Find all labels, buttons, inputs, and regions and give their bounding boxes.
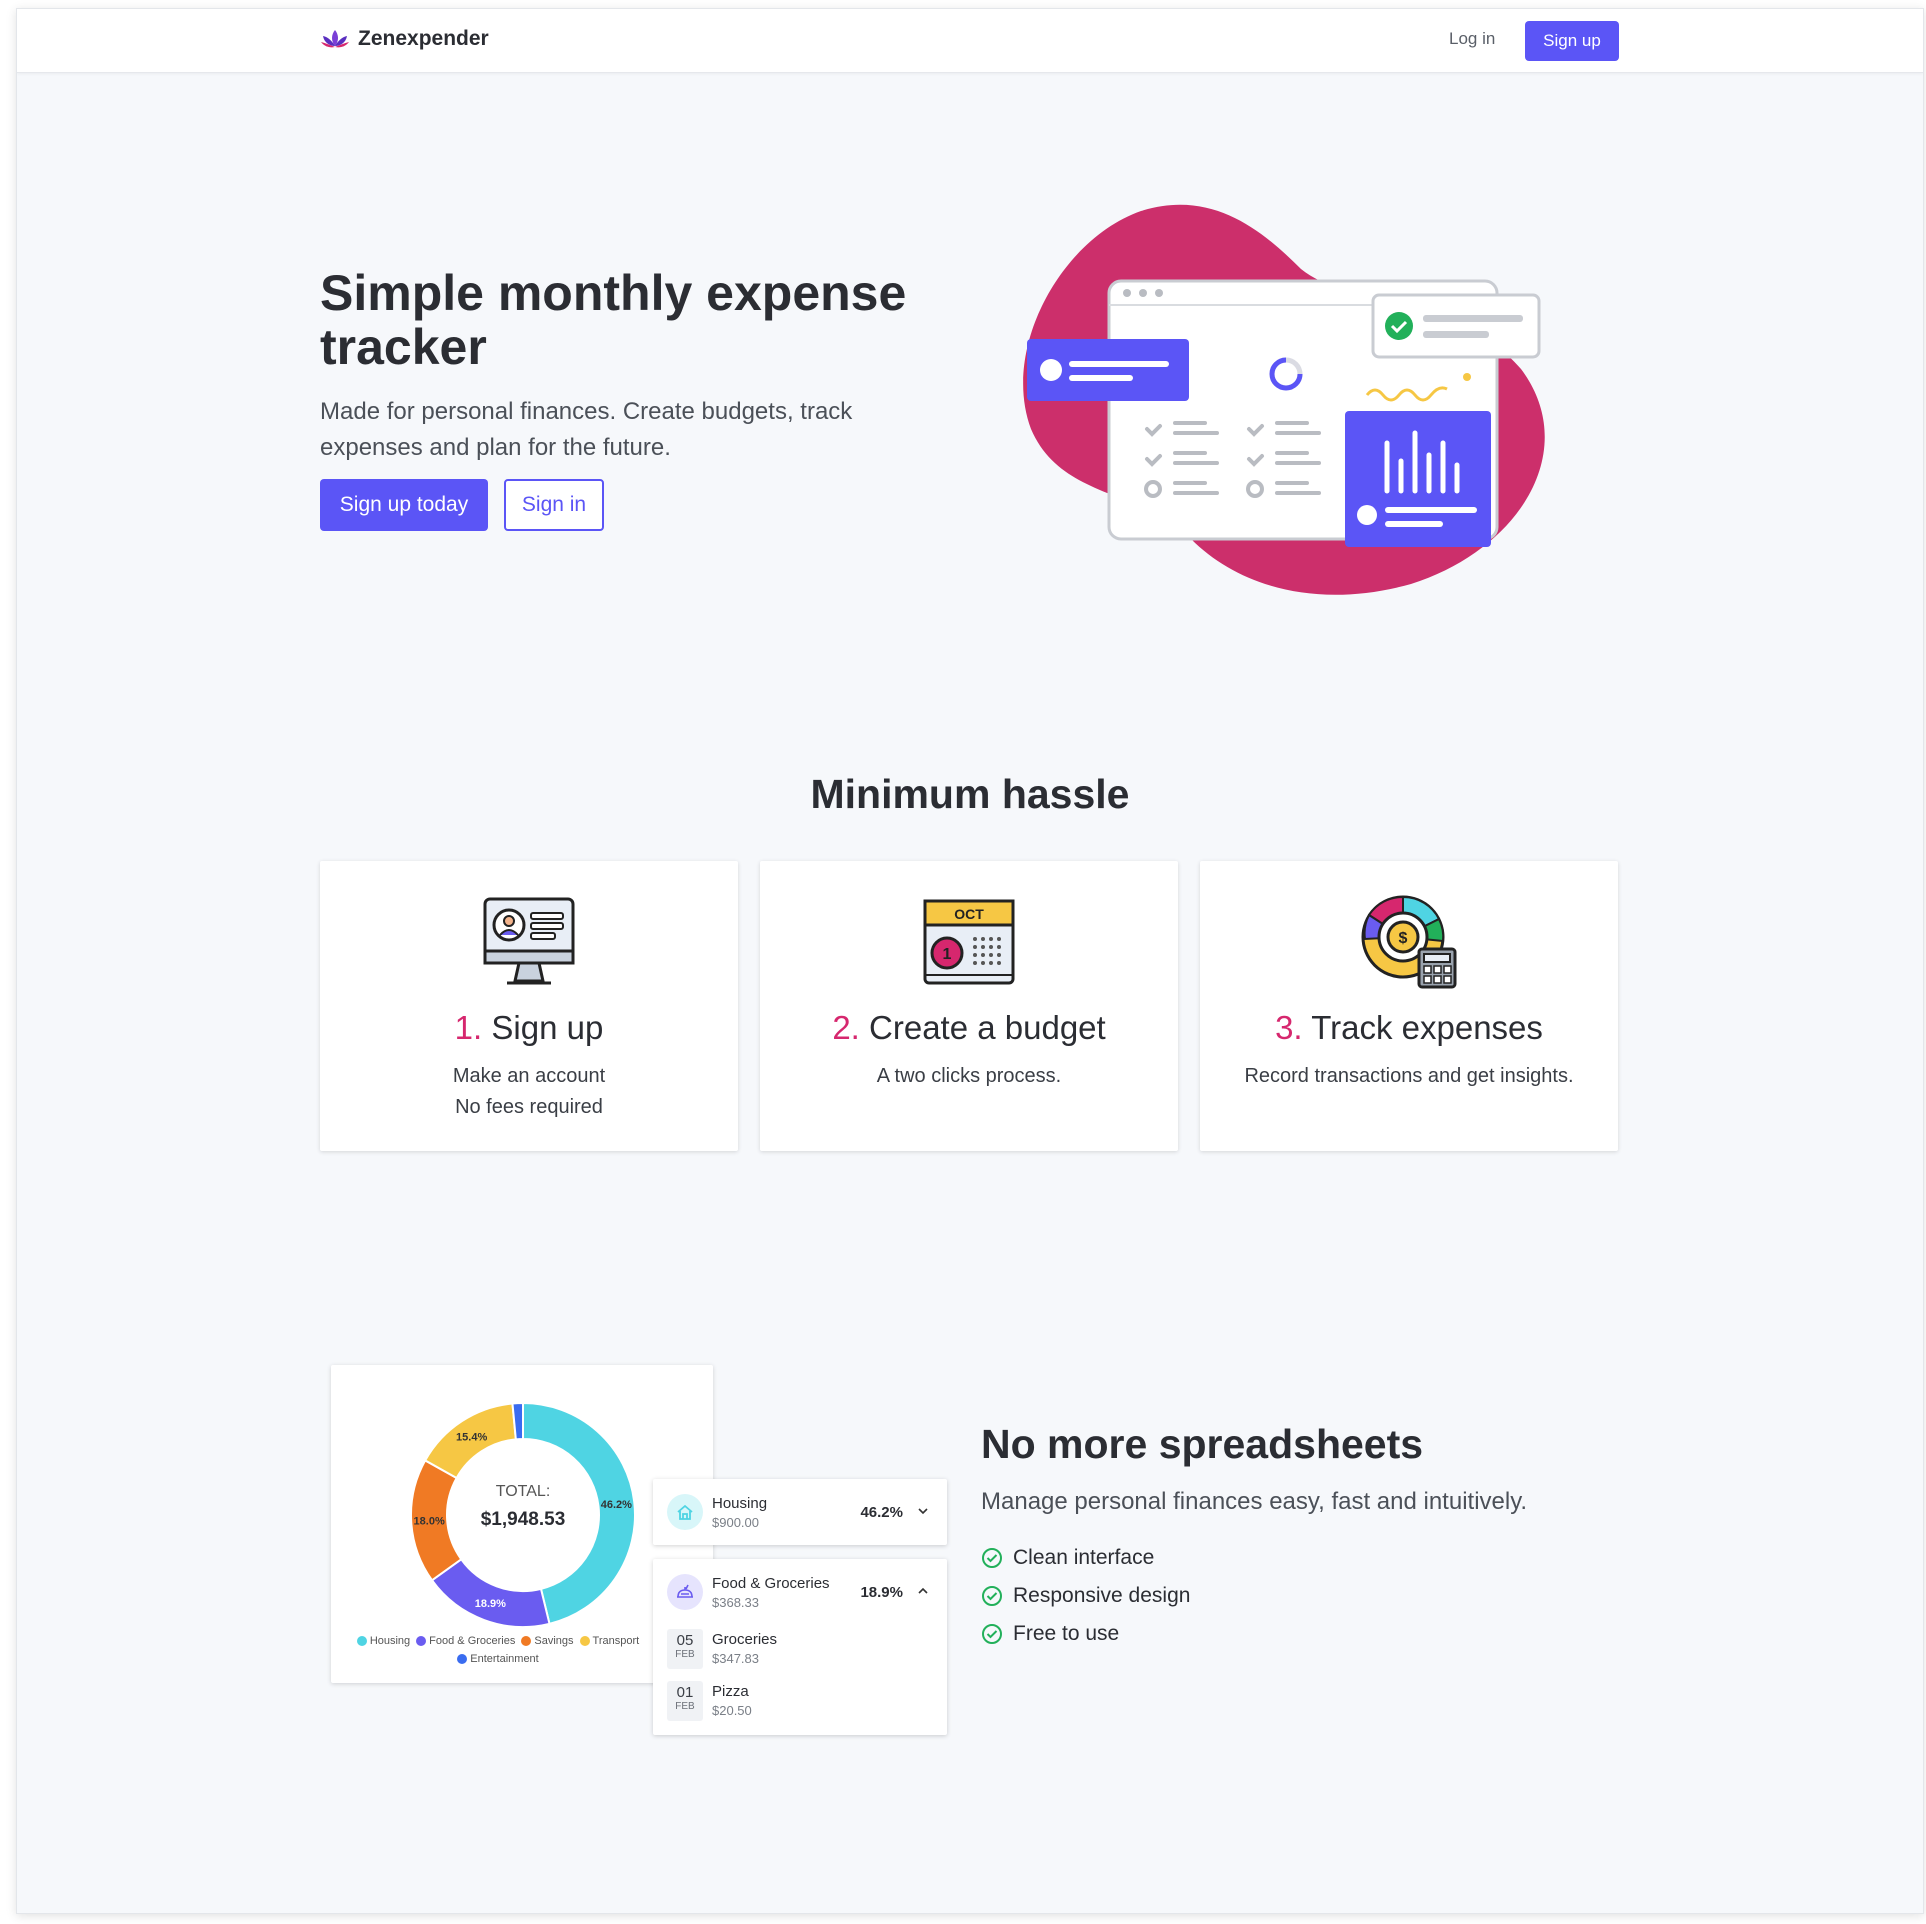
transaction-amount: $347.83: [712, 1651, 759, 1666]
brand[interactable]: Zenexpender: [320, 27, 489, 51]
donut-slice-food-groceries[interactable]: [430, 1557, 551, 1628]
step-title: 3. Track expenses: [1275, 1009, 1543, 1046]
donut-slice-label: 18.9%: [475, 1598, 506, 1610]
legend-label: Food & Groceries: [429, 1635, 516, 1647]
chevron-down-icon[interactable]: [917, 1505, 929, 1517]
chart-calculator-icon: $: [1361, 895, 1457, 989]
hero-dashboard-illustration: [1023, 204, 1545, 595]
calendar-icon: OCT 1: [923, 899, 1015, 985]
legend-dot: [521, 1636, 532, 1646]
transaction-row[interactable]: 05 FEB Groceries $347.83: [653, 1625, 947, 1677]
hero-subtitle: Made for personal finances. Create budge…: [320, 398, 853, 461]
donut-slice-label: 18.0%: [414, 1515, 445, 1527]
feature-item: Responsive design: [981, 1577, 1190, 1615]
feature-item: Free to use: [981, 1615, 1190, 1653]
step-description: A two clicks process.: [876, 1065, 1062, 1087]
legend-dot: [457, 1654, 468, 1664]
donut-slice-label: 15.4%: [456, 1431, 487, 1443]
category-amount: $900.00: [712, 1515, 759, 1530]
svg-text:OCT: OCT: [954, 906, 984, 922]
step-description: Record transactions and get insights.: [1244, 1065, 1574, 1087]
transaction-amount: $20.50: [712, 1703, 752, 1718]
legend-label: Housing: [369, 1635, 411, 1647]
donut-slice-label: 46.2%: [601, 1499, 632, 1511]
signin-button[interactable]: Sign in: [504, 479, 604, 531]
brand-name: Zenexpender: [358, 27, 489, 50]
step-card-budget: OCT 1 2. Create a budget A two clicks pr…: [760, 861, 1178, 1151]
legend-item[interactable]: Entertainment: [457, 1651, 539, 1667]
category-card-housing[interactable]: Housing $900.00 46.2%: [653, 1479, 947, 1545]
legend-dot: [579, 1636, 590, 1646]
step-title: 1. Sign up: [454, 1009, 604, 1046]
category-amount: $368.33: [712, 1595, 759, 1610]
category-percent: 18.9%: [860, 1584, 903, 1601]
legend-dot: [416, 1636, 427, 1646]
legend-item[interactable]: Food & Groceries: [416, 1633, 515, 1649]
chart-center-value: $1,948.53: [481, 1509, 566, 1530]
nav-signup-button[interactable]: Sign up: [1525, 21, 1619, 61]
top-nav: Zenexpender Log in Sign up: [17, 9, 1923, 73]
category-card-food[interactable]: Food & Groceries $368.33 18.9% 05 FEB Gr…: [653, 1559, 947, 1735]
chart-center-label: TOTAL:: [496, 1483, 551, 1500]
category-percent: 46.2%: [860, 1504, 903, 1521]
legend-label: Entertainment: [470, 1653, 539, 1665]
hero-title: Simple monthly expense tracker: [320, 265, 907, 375]
computer-profile-icon: [483, 897, 575, 985]
legend-item[interactable]: Housing: [356, 1633, 411, 1649]
chart-legend: Housing Food & Groceries Savings Transport E…: [351, 1633, 651, 1669]
legend-label: Transport: [592, 1635, 640, 1647]
legend-label: Savings: [534, 1635, 574, 1647]
step-title: 2. Create a budget: [832, 1009, 1106, 1046]
transaction-name: Pizza: [712, 1683, 749, 1700]
transaction-row[interactable]: 01 FEB Pizza $20.50: [653, 1677, 947, 1729]
check-circle-icon: [982, 1548, 1002, 1568]
step-description: Make an account No fees required: [452, 1065, 606, 1118]
svg-text:$: $: [1399, 930, 1408, 947]
chevron-up-icon[interactable]: [917, 1585, 929, 1597]
transaction-name: Groceries: [712, 1631, 778, 1648]
food-icon: [667, 1574, 703, 1610]
features-subtitle: Manage personal finances easy, fast and …: [981, 1488, 1528, 1515]
signup-today-button[interactable]: Sign up today: [320, 479, 488, 531]
steps-section-title: Minimum hassle: [810, 771, 1130, 817]
features-list: Clean interface Responsive design Free t…: [981, 1539, 1190, 1653]
transaction-date: 01 FEB: [667, 1681, 703, 1721]
check-circle-icon: [982, 1624, 1002, 1644]
step-card-track: $ 3. Track expenses Record transactions …: [1200, 861, 1618, 1151]
transaction-date: 05 FEB: [667, 1629, 703, 1669]
svg-text:1: 1: [943, 946, 952, 963]
check-circle-icon: [982, 1586, 1002, 1606]
category-name: Food & Groceries: [712, 1575, 830, 1592]
legend-item[interactable]: Transport: [579, 1633, 640, 1649]
lotus-logo-icon: [321, 30, 349, 48]
legend-dot: [356, 1636, 367, 1646]
category-name: Housing: [712, 1495, 768, 1512]
login-link[interactable]: Log in: [1449, 29, 1495, 49]
house-icon: [667, 1494, 703, 1530]
page-frame: Zenexpender Log in Sign up Simple monthl…: [16, 8, 1924, 1914]
features-title: No more spreadsheets: [981, 1421, 1424, 1467]
feature-item: Clean interface: [981, 1539, 1190, 1577]
legend-item[interactable]: Savings: [521, 1633, 574, 1649]
step-card-signup: 1. Sign up Make an account No fees requi…: [320, 861, 738, 1151]
